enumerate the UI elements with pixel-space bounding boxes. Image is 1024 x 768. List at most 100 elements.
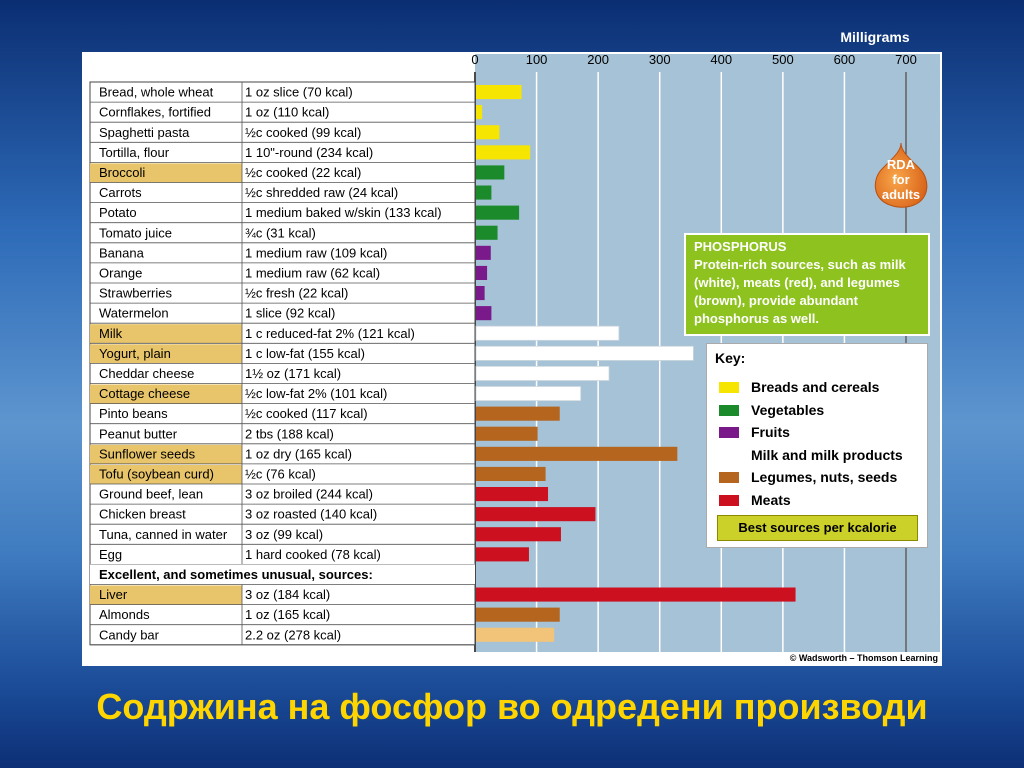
food-name: Cottage cheese (99, 386, 190, 401)
serving-size: 1 c reduced-fat 2% (121 kcal) (245, 326, 415, 341)
legend-swatch-meats (719, 494, 739, 506)
food-name: Orange (99, 265, 142, 280)
food-name: Potato (99, 205, 137, 220)
rda-label-line-1: RDA (886, 157, 916, 172)
serving-size: 1 c low-fat (155 kcal) (245, 346, 365, 361)
copyright-text: © Wadsworth – Thomson Learning (790, 653, 938, 663)
food-name: Pinto beans (99, 406, 168, 421)
food-name: Milk (99, 326, 123, 341)
serving-size: ½c shredded raw (24 kcal) (245, 185, 398, 200)
serving-size: 2.2 oz (278 kcal) (245, 627, 341, 642)
serving-size: 1 oz (110 kcal) (245, 105, 329, 120)
legend-swatch-milk (719, 449, 739, 461)
serving-size: 1 medium baked w/skin (133 kcal) (245, 205, 442, 220)
phosphorus-info-box: PHOSPHORUS Protein-rich sources, such as… (684, 233, 930, 336)
x-tick-label-0: 0 (471, 52, 478, 67)
legend-label-breads: Breads and cereals (751, 379, 880, 395)
serving-size: 1 slice (92 kcal) (245, 306, 335, 321)
legend-label-fruits: Fruits (751, 424, 790, 440)
bar-legumes (476, 426, 538, 441)
bar-fruits (476, 286, 485, 301)
serving-size: ½c cooked (117 kcal) (245, 406, 368, 421)
serving-size: 1 medium raw (62 kcal) (245, 265, 380, 280)
food-column-header: Food (95, 54, 124, 68)
legend-item-milk: Milk and milk products (719, 445, 903, 465)
food-name: Banana (99, 245, 145, 260)
x-tick-label-400: 400 (710, 52, 732, 67)
food-name: Tuna, canned in water (99, 527, 228, 542)
serving-size: ½c cooked (99 kcal) (245, 125, 361, 140)
serving-size: ½c fresh (22 kcal) (245, 286, 348, 301)
food-name: Egg (99, 547, 122, 562)
legend-item-fruits: Fruits (719, 422, 790, 442)
food-name: Peanut butter (99, 426, 178, 441)
serving-size: 1 hard cooked (78 kcal) (245, 547, 381, 562)
legend-label-legumes: Legumes, nuts, seeds (751, 469, 898, 485)
serving-size: ¾c (31 kcal) (245, 225, 316, 240)
bar-breads (476, 85, 522, 100)
food-name: Strawberries (99, 286, 172, 301)
serving-size: 3 oz (184 kcal) (245, 587, 330, 602)
serving-size: ½c low-fat 2% (101 kcal) (245, 386, 387, 401)
bar-legumes (476, 466, 546, 481)
milligrams-label: Milligrams (840, 29, 910, 45)
legend-key: Key: Breads and cereals Vegetables Fruit… (706, 343, 928, 548)
food-name: Chicken breast (99, 507, 186, 522)
bar-breads (476, 145, 531, 160)
legend-item-legumes: Legumes, nuts, seeds (719, 467, 897, 487)
bar-meats (476, 547, 529, 562)
legend-title: Key: (715, 350, 746, 366)
serving-column-header: Serving size (kcalories) (240, 54, 373, 68)
section-heading: Excellent, and sometimes unusual, source… (99, 567, 373, 582)
serving-size: 1 10"-round (234 kcal) (245, 145, 373, 160)
bar-vegetables (476, 185, 492, 200)
bar-vegetables (476, 165, 505, 180)
food-name: Ground beef, lean (99, 487, 203, 502)
food-name: Tomato juice (99, 225, 172, 240)
serving-size: 1 oz dry (165 kcal) (245, 446, 352, 461)
food-name: Cornflakes, fortified (99, 105, 211, 120)
bar-vegetables (476, 225, 498, 240)
page-title: Содржина на фосфор во одредени производи (96, 686, 928, 727)
legend-label-milk: Milk and milk products (751, 447, 903, 463)
bar-legumes (476, 607, 560, 622)
x-tick-label-100: 100 (526, 52, 548, 67)
bar-breads (476, 105, 483, 120)
bar-fruits (476, 306, 492, 321)
legend-item-vegetables: Vegetables (719, 400, 824, 420)
bar-milk (475, 345, 694, 361)
food-name: Liver (99, 587, 128, 602)
serving-size: ½c cooked (22 kcal) (245, 165, 361, 180)
serving-size: 3 oz (99 kcal) (245, 527, 323, 542)
legend-swatch-legumes (719, 471, 739, 483)
serving-size: ½c (76 kcal) (245, 466, 316, 481)
x-tick-label-500: 500 (772, 52, 794, 67)
best-sources-badge: Best sources per kcalorie (717, 515, 918, 541)
legend-label-meats: Meats (751, 492, 791, 508)
serving-size: 3 oz roasted (140 kcal) (245, 507, 377, 522)
bar-vegetables (476, 205, 520, 220)
serving-size: 3 oz broiled (244 kcal) (245, 487, 373, 502)
rda-label-line-2: for (892, 172, 910, 187)
serving-size: 1 oz (165 kcal) (245, 607, 330, 622)
x-tick-label-600: 600 (834, 52, 856, 67)
food-name: Yogurt, plain (99, 346, 171, 361)
legend-item-breads: Breads and cereals (719, 377, 879, 397)
bar-meats (476, 507, 596, 522)
legend-label-vegetables: Vegetables (751, 402, 825, 418)
serving-size: 1 medium raw (109 kcal) (245, 245, 387, 260)
bar-legumes (476, 406, 560, 421)
legend-swatch-breads (719, 381, 739, 393)
legend-swatch-fruits (719, 426, 739, 438)
phosphorus-box-title: PHOSPHORUS (694, 239, 787, 254)
serving-size: 1½ oz (171 kcal) (245, 366, 341, 381)
bar-milk (475, 365, 610, 381)
bar-fruits (476, 245, 491, 260)
bar-meats (476, 487, 549, 502)
bar-meats (476, 527, 561, 542)
food-name: Bread, whole wheat (99, 85, 214, 100)
x-tick-label-300: 300 (649, 52, 671, 67)
bar-meats (476, 587, 796, 602)
food-name: Sunflower seeds (99, 446, 196, 461)
food-name: Candy bar (99, 627, 160, 642)
